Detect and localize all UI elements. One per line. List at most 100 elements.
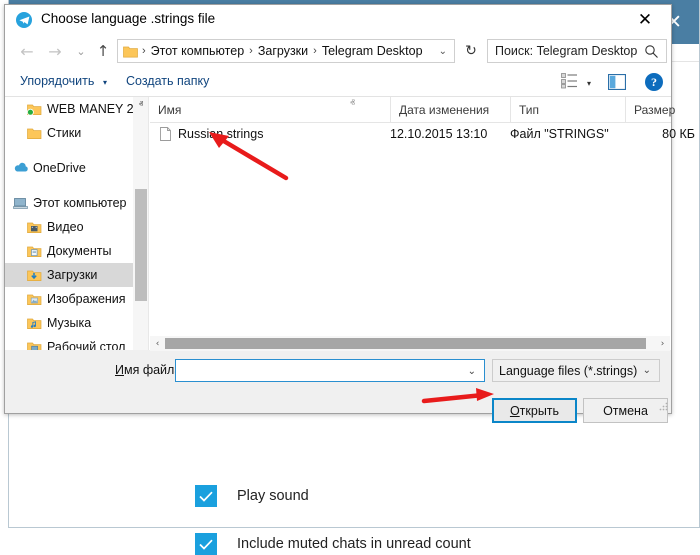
column-header-modified[interactable]: Дата изменения (390, 97, 510, 123)
sidebar-item-webmaney[interactable]: WEB MANEY 201 (5, 97, 133, 121)
refresh-icon[interactable]: ↻ (460, 39, 482, 63)
sidebar-item-onedrive[interactable]: OneDrive (5, 156, 133, 180)
file-list-pane: Имя Дата изменения Тип Размер ⱏ Russian.… (150, 97, 671, 350)
organize-caret-icon[interactable]: ▾ (103, 78, 107, 87)
sidebar-item-documents[interactable]: Документы (5, 239, 133, 263)
column-header-row: Имя Дата изменения Тип Размер ⱏ (150, 97, 671, 123)
include-muted-label: Include muted chats in unread count (237, 536, 471, 552)
documents-folder-icon (27, 245, 44, 258)
chevron-down-icon[interactable]: ⌄ (468, 366, 476, 377)
table-row[interactable]: Russian.strings 12.10.2015 13:10 Файл "S… (150, 123, 671, 145)
open-button[interactable]: Открыть (492, 398, 577, 423)
downloads-folder-icon (27, 269, 44, 282)
file-open-dialog: Choose language .strings file ✕ ← → ⌄ ↑ … (4, 4, 672, 414)
check-icon (199, 539, 213, 550)
open-label-rest: ткрыть (520, 404, 559, 418)
up-one-level-icon[interactable]: ↑ (91, 39, 115, 63)
file-type-filter-value: Language files (*.strings) (499, 364, 637, 378)
play-sound-label: Play sound (237, 488, 309, 504)
folder-icon (123, 45, 138, 58)
command-bar: Упорядочить ▾ Создать папку ▾ ? (5, 67, 671, 97)
sidebar-label: OneDrive (33, 161, 86, 175)
dialog-footer: Имя файла: ⌄ Language files (*.strings) … (5, 351, 671, 413)
help-button[interactable]: ? (645, 73, 663, 91)
change-view-icon[interactable] (561, 73, 578, 89)
play-sound-checkbox[interactable] (195, 485, 217, 507)
setting-include-muted[interactable]: Include muted chats in unread count (195, 533, 471, 555)
search-input[interactable]: Поиск: Telegram Desktop (487, 39, 667, 63)
sidebar-label: Музыка (47, 316, 91, 330)
back-icon[interactable]: ← (15, 39, 39, 63)
scroll-down-icon[interactable]: ⱟ (133, 334, 149, 350)
sidebar-spacer (5, 180, 133, 191)
sidebar-item-this-pc[interactable]: Этот компьютер (5, 191, 133, 215)
breadcrumb-this-pc[interactable]: Этот компьютер (148, 44, 247, 58)
address-bar[interactable]: › Этот компьютер › Загрузки › Telegram D… (117, 39, 455, 63)
breadcrumb-telegram-desktop[interactable]: Telegram Desktop (319, 44, 426, 58)
preview-pane-icon[interactable] (608, 74, 626, 90)
desktop-folder-icon (27, 341, 44, 351)
dialog-close-button[interactable]: ✕ (623, 5, 667, 34)
cell-modified: 12.10.2015 13:10 (390, 123, 505, 145)
search-icon (644, 44, 659, 59)
sidebar-scrollbar[interactable]: ⱏ ⱟ (133, 97, 149, 350)
filename-label-mnemonic: И (115, 363, 124, 377)
scroll-up-icon[interactable]: ⱏ (133, 97, 149, 113)
music-folder-icon (27, 317, 44, 330)
scroll-right-icon[interactable]: › (655, 336, 670, 351)
file-type-filter-select[interactable]: Language files (*.strings) ⌄ (492, 359, 660, 382)
sidebar-item-video[interactable]: Видео (5, 215, 133, 239)
crumb-separator-0: › (140, 45, 148, 57)
recent-locations-icon[interactable]: ⌄ (69, 39, 93, 63)
cancel-button[interactable]: Отмена (583, 398, 668, 423)
column-header-size[interactable]: Размер (625, 97, 700, 123)
dialog-content: WEB MANEY 201 Стики OneDrive (5, 97, 671, 350)
sidebar-item-stiki[interactable]: Стики (5, 121, 133, 145)
cloud-icon (13, 162, 30, 174)
sidebar-label: Рабочий стол (47, 340, 125, 350)
sidebar-item-music[interactable]: Музыка (5, 311, 133, 335)
sidebar-label: Изображения (47, 292, 126, 306)
file-rows: Russian.strings 12.10.2015 13:10 Файл "S… (150, 123, 671, 145)
forward-icon[interactable]: → (43, 39, 67, 63)
navigation-pane: WEB MANEY 201 Стики OneDrive (5, 97, 133, 350)
cell-file-name: Russian.strings (178, 123, 393, 145)
telegram-paperplane-icon (16, 12, 32, 28)
check-icon (199, 491, 213, 502)
file-list-horizontal-scrollbar[interactable]: ‹ › (150, 336, 670, 351)
sidebar-label: Загрузки (47, 268, 97, 282)
dialog-title: Choose language .strings file (41, 11, 215, 26)
horizontal-scroll-thumb[interactable] (165, 338, 646, 349)
setting-play-sound[interactable]: Play sound (195, 485, 309, 507)
include-muted-checkbox[interactable] (195, 533, 217, 555)
sidebar-label: Документы (47, 244, 111, 258)
filename-input[interactable]: ⌄ (175, 359, 485, 382)
sidebar-item-pictures[interactable]: Изображения (5, 287, 133, 311)
sidebar-spacer (5, 145, 133, 156)
crumb-separator-1: › (247, 45, 255, 57)
sidebar-item-downloads[interactable]: Загрузки (5, 263, 133, 287)
new-folder-button[interactable]: Создать папку (126, 74, 209, 88)
sidebar-label: WEB MANEY 201 (47, 102, 133, 116)
organize-button[interactable]: Упорядочить (20, 74, 94, 88)
video-folder-icon (27, 221, 44, 234)
chevron-down-icon[interactable]: ⌄ (643, 365, 651, 376)
cell-size: 80 КБ (605, 123, 695, 145)
open-label-mnemonic: О (510, 404, 520, 418)
resize-grip-icon[interactable] (658, 401, 668, 411)
sidebar-item-desktop[interactable]: Рабочий стол (5, 335, 133, 350)
sidebar-scroll-thumb[interactable] (135, 189, 147, 301)
scroll-left-icon[interactable]: ‹ (150, 336, 165, 351)
sort-ascending-icon: ⱏ (350, 98, 355, 109)
pictures-folder-icon (27, 293, 44, 306)
chevron-down-icon[interactable]: ⌄ (439, 46, 447, 57)
navigation-bar: ← → ⌄ ↑ › Этот компьютер › Загрузки › Te… (5, 35, 671, 67)
dialog-title-bar: Choose language .strings file ✕ (5, 5, 671, 35)
folder-icon (27, 127, 44, 140)
column-header-type[interactable]: Тип (510, 97, 625, 123)
sidebar-label: Стики (47, 126, 81, 140)
search-placeholder: Поиск: Telegram Desktop (495, 44, 637, 58)
view-caret-icon[interactable]: ▾ (587, 79, 591, 88)
breadcrumb-downloads[interactable]: Загрузки (255, 44, 311, 58)
sidebar-label: Видео (47, 220, 84, 234)
